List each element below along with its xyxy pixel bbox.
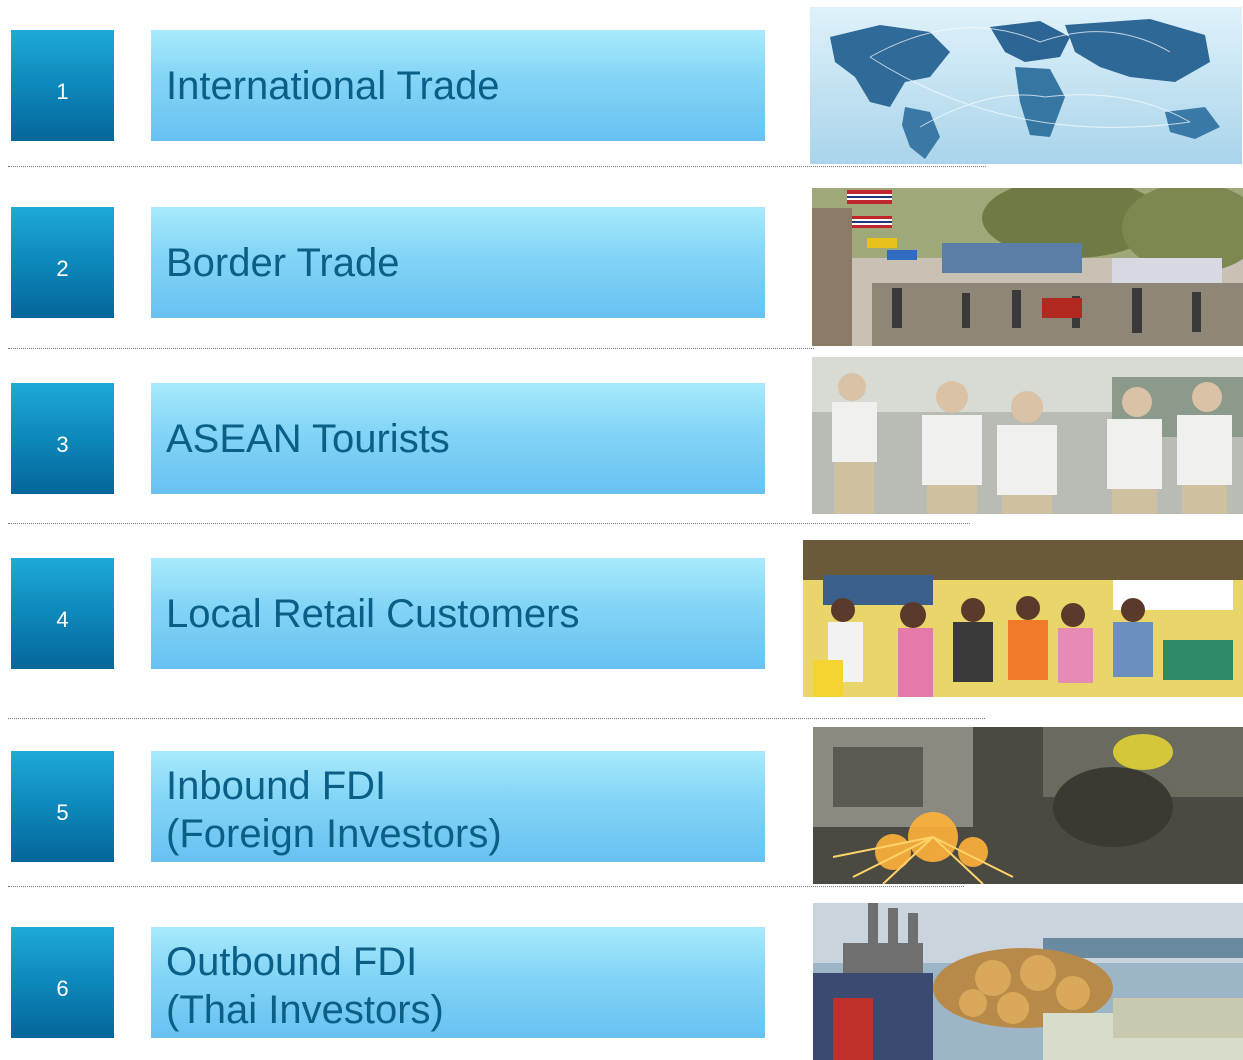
item-label-6: Outbound FDI (Thai Investors) <box>166 939 444 1032</box>
industry-coins-banknotes-photo <box>813 903 1243 1060</box>
item-number-2: 2 <box>11 207 114 318</box>
item-number-4: 4 <box>11 558 114 669</box>
item-label-box-3: ASEAN Tourists <box>151 383 765 494</box>
row-separator <box>8 886 964 887</box>
item-label-2: Border Trade <box>166 240 400 285</box>
item-label-box-5: Inbound FDI (Foreign Investors) <box>151 751 765 862</box>
item-label-box-4: Local Retail Customers <box>151 558 765 669</box>
row-separator <box>8 166 986 167</box>
item-number-1: 1 <box>11 30 114 141</box>
item-label-box-2: Border Trade <box>151 207 765 318</box>
item-number-5: 5 <box>11 751 114 862</box>
item-label-box-1: International Trade <box>151 30 765 141</box>
item-number-3: 3 <box>11 383 114 494</box>
item-label-4: Local Retail Customers <box>166 591 580 636</box>
item-label-5: Inbound FDI (Foreign Investors) <box>166 763 502 856</box>
item-number-6: 6 <box>11 927 114 1038</box>
world-map-network-photo <box>810 7 1242 164</box>
row-separator <box>8 718 985 719</box>
item-label-box-6: Outbound FDI (Thai Investors) <box>151 927 765 1038</box>
bank-branch-customers-photo <box>803 540 1243 697</box>
row-separator <box>8 523 970 524</box>
border-checkpoint-photo <box>812 188 1243 346</box>
row-separator <box>8 348 814 349</box>
item-label-1: International Trade <box>166 63 500 108</box>
tourists-walking-photo <box>812 357 1243 514</box>
item-label-3: ASEAN Tourists <box>166 416 450 461</box>
factory-grinding-sparks-photo <box>813 727 1243 884</box>
